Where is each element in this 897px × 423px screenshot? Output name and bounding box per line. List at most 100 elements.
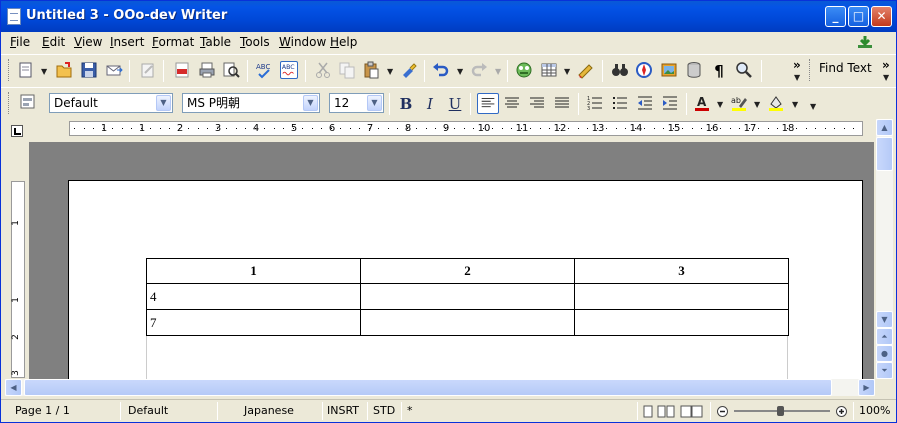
bullets-icon[interactable] xyxy=(611,94,629,112)
table-header-cell[interactable]: 3 xyxy=(574,258,789,284)
update-download-icon[interactable] xyxy=(857,35,873,49)
background-color-icon[interactable] xyxy=(767,94,785,112)
gallery-icon[interactable] xyxy=(660,61,678,79)
underline-button[interactable]: U xyxy=(445,94,465,114)
italic-button[interactable]: I xyxy=(420,94,440,114)
book-view-icon[interactable] xyxy=(680,405,704,418)
paragraph-style-combo[interactable]: Default ▼ xyxy=(49,93,173,113)
numbering-icon[interactable]: 123 xyxy=(586,94,604,112)
menu-table[interactable]: Table xyxy=(200,35,231,49)
chevron-down-icon[interactable]: ▼ xyxy=(303,95,318,111)
title-bar[interactable]: Untitled 3 - OOo-dev Writer _ □ ✕ xyxy=(1,1,896,32)
formatting-marks-icon[interactable]: ¶ xyxy=(709,61,729,81)
undo-dropdown-icon[interactable]: ▼ xyxy=(457,67,463,76)
minimize-button[interactable]: _ xyxy=(825,6,846,27)
align-right-icon[interactable] xyxy=(528,94,546,112)
toolbar-grip[interactable] xyxy=(809,59,812,81)
menu-window[interactable]: Window xyxy=(279,35,326,49)
font-name-combo[interactable]: MS P明朝 ▼ xyxy=(182,93,320,113)
table-header-cell[interactable]: 1 xyxy=(146,258,361,284)
menu-file[interactable]: File xyxy=(10,35,30,49)
open-folder-icon[interactable] xyxy=(55,61,73,79)
vertical-scroll-thumb[interactable] xyxy=(876,137,893,171)
document-table[interactable]: 1 2 3 4 7 xyxy=(146,258,789,336)
align-center-icon[interactable] xyxy=(503,94,521,112)
toolbar-options-icon[interactable]: ▼ xyxy=(810,102,816,111)
bold-button[interactable]: B xyxy=(396,94,416,114)
table-cell[interactable] xyxy=(360,309,575,336)
page-style[interactable]: Default xyxy=(128,404,168,417)
find-toolbar-overflow-icon[interactable]: » xyxy=(882,58,890,72)
paste-icon[interactable] xyxy=(362,61,380,79)
save-icon[interactable] xyxy=(80,61,98,79)
paste-dropdown-icon[interactable]: ▼ xyxy=(387,67,393,76)
table-cell[interactable] xyxy=(574,283,789,310)
page-indicator[interactable]: Page 1 / 1 xyxy=(15,404,70,417)
navigator-icon[interactable] xyxy=(515,61,533,79)
export-pdf-icon[interactable] xyxy=(173,61,191,79)
table-cell[interactable]: 7 xyxy=(146,309,361,336)
justify-icon[interactable] xyxy=(553,94,571,112)
edit-file-icon[interactable] xyxy=(139,61,157,79)
chevron-down-icon[interactable]: ▼ xyxy=(156,95,171,111)
zoom-icon[interactable] xyxy=(735,61,753,79)
horizontal-ruler[interactable]: 1 1 2 3 4 5 6 7 8 9 10 11 12 13 14 15 16 17 18 xyxy=(69,121,863,136)
toolbar-grip[interactable] xyxy=(8,92,11,114)
zoom-slider-handle[interactable] xyxy=(777,406,784,416)
align-left-icon[interactable] xyxy=(477,93,499,114)
menu-format[interactable]: Format xyxy=(152,35,194,49)
show-draw-functions-icon[interactable] xyxy=(577,61,595,79)
table-header-cell[interactable]: 2 xyxy=(360,258,575,284)
menu-insert[interactable]: Insert xyxy=(110,35,144,49)
maximize-button[interactable]: □ xyxy=(848,6,869,27)
spellcheck-icon[interactable]: ABC xyxy=(255,61,273,79)
zoom-level[interactable]: 100% xyxy=(859,404,890,417)
background-color-dropdown-icon[interactable]: ▼ xyxy=(792,100,798,109)
insert-table-icon[interactable] xyxy=(540,61,558,79)
zoom-out-icon[interactable] xyxy=(717,406,728,417)
scroll-down-icon[interactable]: ▼ xyxy=(876,311,893,328)
language-indicator[interactable]: Japanese xyxy=(244,404,294,417)
single-page-view-icon[interactable] xyxy=(643,405,653,418)
toolbar-options-icon[interactable]: ▼ xyxy=(794,73,800,82)
email-icon[interactable] xyxy=(105,61,123,79)
close-button[interactable]: ✕ xyxy=(871,6,892,27)
autospellcheck-icon[interactable]: ABC xyxy=(280,61,298,79)
print-icon[interactable] xyxy=(198,61,216,79)
decrease-indent-icon[interactable] xyxy=(636,94,654,112)
clone-formatting-icon[interactable] xyxy=(400,61,418,79)
table-cell[interactable] xyxy=(574,309,789,336)
horizontal-scrollbar[interactable]: ◀ ▶ xyxy=(5,379,875,396)
table-cell[interactable]: 4 xyxy=(146,283,361,310)
menu-help[interactable]: Help xyxy=(330,35,357,49)
vertical-ruler[interactable]: 1 1 2 3 xyxy=(11,181,25,378)
next-page-icon[interactable]: ⏷ xyxy=(876,362,893,379)
font-color-dropdown-icon[interactable]: ▼ xyxy=(717,100,723,109)
find-replace-icon[interactable] xyxy=(611,61,629,79)
new-dropdown-icon[interactable]: ▼ xyxy=(41,67,47,76)
data-sources-icon[interactable] xyxy=(685,61,703,79)
highlighting-dropdown-icon[interactable]: ▼ xyxy=(754,100,760,109)
table-cell[interactable] xyxy=(360,283,575,310)
toolbar-overflow-icon[interactable]: » xyxy=(793,58,801,72)
find-toolbar-options-icon[interactable]: ▼ xyxy=(883,73,889,82)
styles-formatting-icon[interactable] xyxy=(19,93,37,111)
insert-mode-indicator[interactable]: INSRT xyxy=(327,404,359,417)
scroll-right-icon[interactable]: ▶ xyxy=(858,379,875,396)
font-color-icon[interactable]: A xyxy=(693,94,711,112)
document-page[interactable]: 1 2 3 4 7 xyxy=(68,180,863,382)
navigator-compass-icon[interactable] xyxy=(635,61,653,79)
undo-icon[interactable] xyxy=(432,61,450,79)
chevron-down-icon[interactable]: ▼ xyxy=(367,95,382,111)
menu-view[interactable]: View xyxy=(74,35,102,49)
selection-mode-indicator[interactable]: STD xyxy=(373,404,395,417)
menu-edit[interactable]: Edit xyxy=(42,35,65,49)
multi-page-view-icon[interactable] xyxy=(657,405,675,418)
table-dropdown-icon[interactable]: ▼ xyxy=(564,67,570,76)
scroll-up-icon[interactable]: ▲ xyxy=(876,119,893,136)
navigation-icon[interactable]: ● xyxy=(876,345,893,362)
zoom-in-icon[interactable] xyxy=(836,406,847,417)
font-size-combo[interactable]: 12 ▼ xyxy=(329,93,384,113)
menu-tools[interactable]: Tools xyxy=(240,35,270,49)
tab-stop-type-icon[interactable] xyxy=(11,125,23,137)
